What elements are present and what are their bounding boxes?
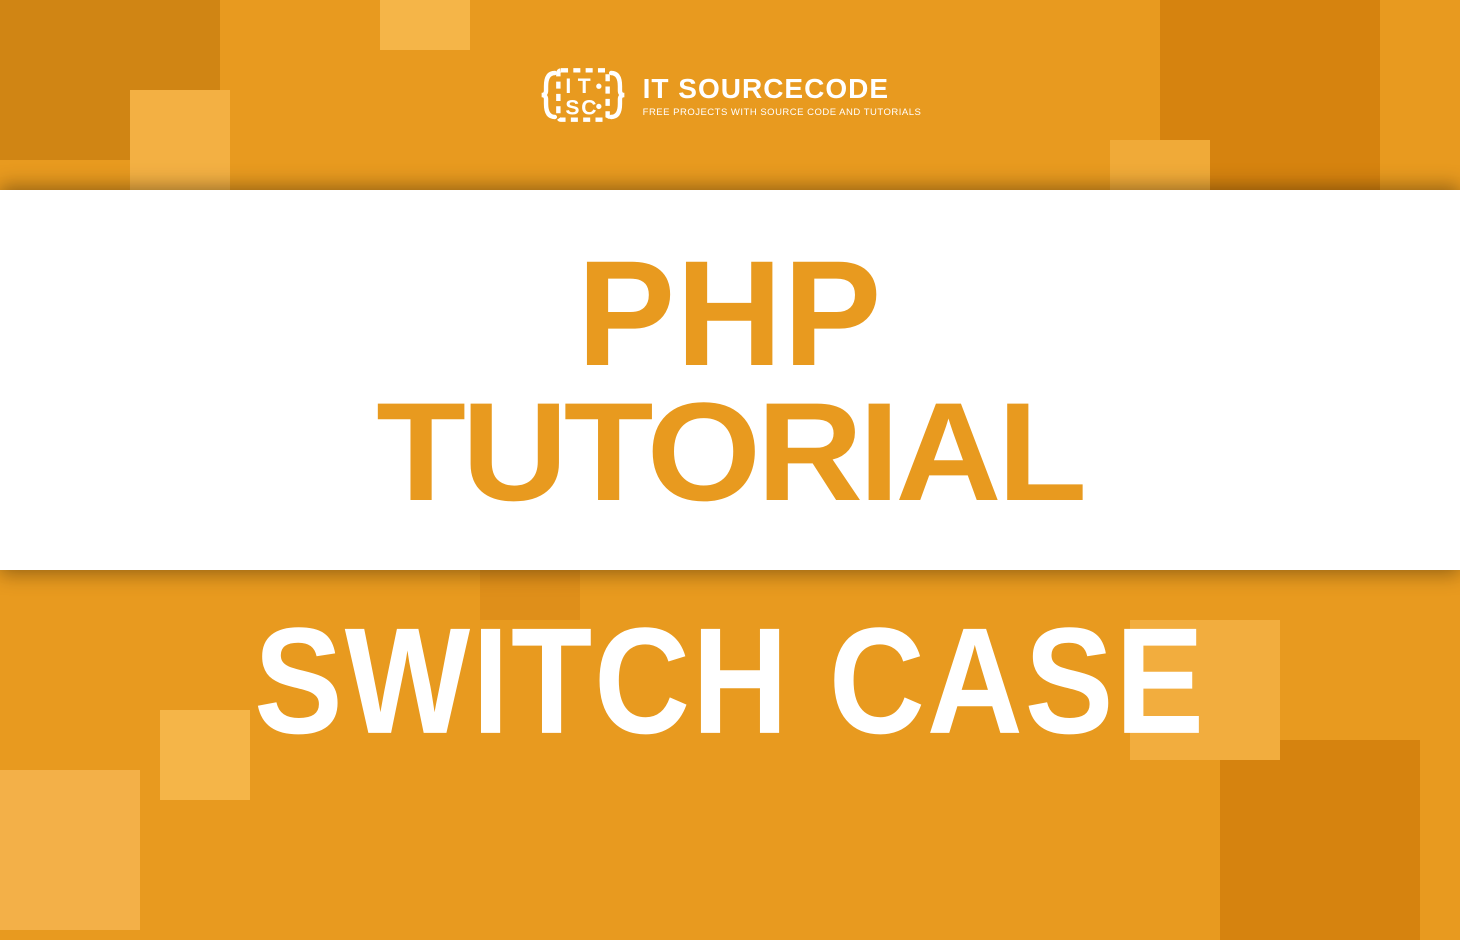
svg-text:I: I [565,75,571,98]
logo-icon: I T S C [539,51,627,139]
bottom-section: SWITCH CASE [0,570,1460,900]
svg-text:S: S [565,96,579,119]
svg-text:C: C [581,96,596,119]
main-title-line2: TUTORIAL [377,385,1084,518]
logo-text: IT SOURCECODE FREE PROJECTS WITH SOURCE … [643,73,922,118]
logo-tagline: FREE PROJECTS WITH SOURCE CODE AND TUTOR… [643,107,922,118]
topic-title: SWITCH CASE [254,594,1206,769]
logo-block: I T S C IT SOURCECODE FREE PROJECTS WITH… [539,51,922,139]
main-title-band: PHP TUTORIAL [0,190,1460,570]
svg-text:T: T [577,75,590,98]
header-section: I T S C IT SOURCECODE FREE PROJECTS WITH… [0,0,1460,190]
main-title-line1: PHP [577,242,882,385]
logo-title: IT SOURCECODE [643,73,922,105]
